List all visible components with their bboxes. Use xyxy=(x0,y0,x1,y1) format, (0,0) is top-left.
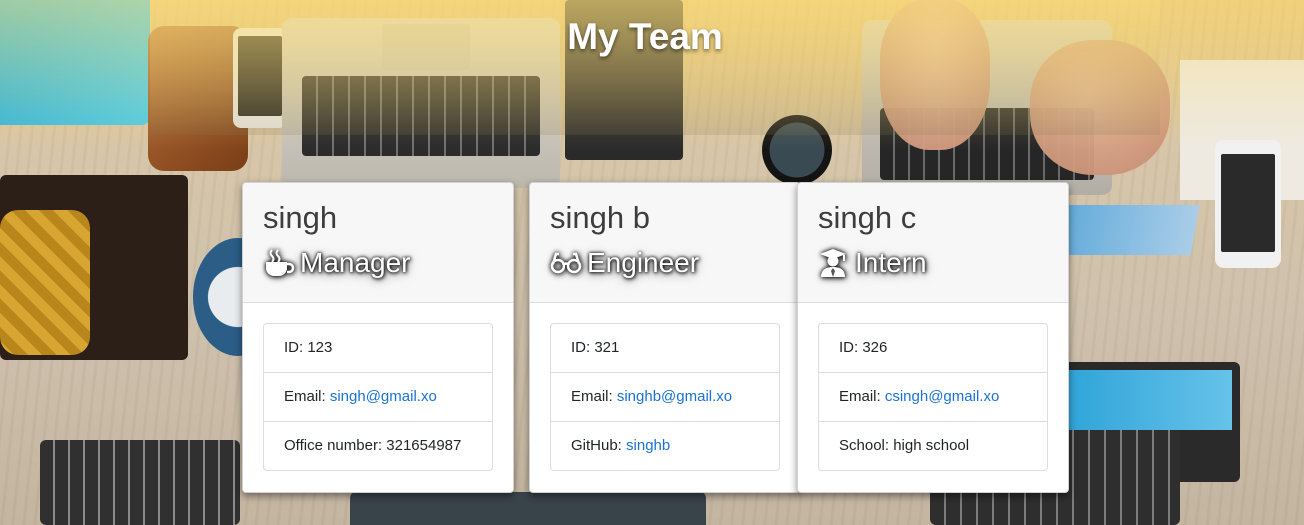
employee-id: 123 xyxy=(307,339,333,356)
card-header: singh c Intern xyxy=(798,183,1068,303)
employee-id: 326 xyxy=(862,339,888,356)
github-link[interactable]: singhb xyxy=(626,437,670,454)
role-label: Engineer xyxy=(587,247,700,278)
employee-name: singh b xyxy=(550,200,650,235)
employee-role: Manager xyxy=(263,247,493,279)
email-link[interactable]: singhb@gmail.xo xyxy=(617,388,732,405)
employee-name: singh xyxy=(263,200,338,235)
card-header: singh b Engineer xyxy=(530,183,800,303)
list-item-school: School: high school xyxy=(819,421,1047,470)
employee-card-intern: singh c Intern ID: 326 Email: csingh@gma… xyxy=(797,182,1069,493)
employee-card-manager: singh Manager ID: 123 Email: singh@gmail… xyxy=(242,182,514,493)
employee-id: 321 xyxy=(594,339,620,356)
role-label: Manager xyxy=(300,247,411,278)
page-title: My Team xyxy=(567,16,723,57)
list-item-id: ID: 321 xyxy=(571,339,620,356)
employee-role: Engineer xyxy=(550,247,780,279)
list-item-github: GitHub: singhb xyxy=(551,421,779,470)
office-number: 321654987 xyxy=(386,437,462,454)
email-link[interactable]: singh@gmail.xo xyxy=(330,388,437,405)
school-name: high school xyxy=(893,437,970,454)
list-item-email: Email: csingh@gmail.xo xyxy=(819,372,1047,421)
list-item-id: ID: 326 xyxy=(839,339,888,356)
list-item-email: Email: singhb@gmail.xo xyxy=(551,372,779,421)
list-item-office-number: Office number: 321654987 xyxy=(264,421,492,470)
coffee-icon xyxy=(263,248,295,278)
role-label: Intern xyxy=(855,247,927,278)
employee-details-list: ID: 326 Email: csingh@gmail.xo School: h… xyxy=(818,323,1048,471)
employee-card-engineer: singh b Engineer ID: 321 Email: singhb@g… xyxy=(529,182,801,493)
glasses-icon xyxy=(550,248,582,278)
card-header: singh Manager xyxy=(243,183,513,303)
employee-name: singh c xyxy=(818,200,917,235)
email-link[interactable]: csingh@gmail.xo xyxy=(885,388,999,405)
list-item-id: ID: 123 xyxy=(284,339,333,356)
employee-details-list: ID: 123 Email: singh@gmail.xo Office num… xyxy=(263,323,493,471)
employee-role: Intern xyxy=(818,247,1048,279)
list-item-email: Email: singh@gmail.xo xyxy=(264,372,492,421)
employee-details-list: ID: 321 Email: singhb@gmail.xo GitHub: s… xyxy=(550,323,780,471)
graduate-icon xyxy=(818,248,850,278)
